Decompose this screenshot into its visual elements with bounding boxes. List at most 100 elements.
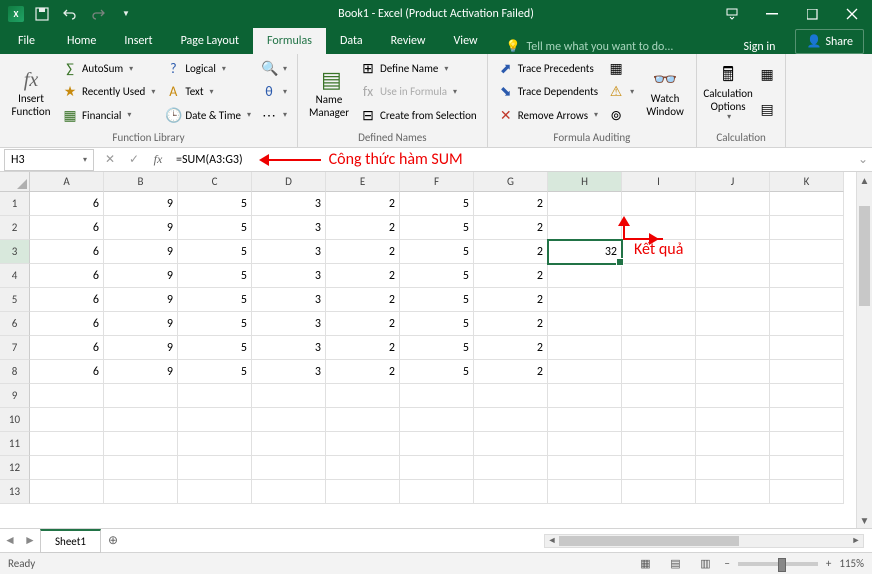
cell[interactable]: 6 [30, 336, 104, 360]
cell[interactable] [770, 192, 844, 216]
cell[interactable]: 2 [474, 216, 548, 240]
cell[interactable] [252, 456, 326, 480]
tab-data[interactable]: Data [326, 28, 377, 54]
cell[interactable] [252, 384, 326, 408]
row-header[interactable]: 1 [0, 192, 30, 216]
calculation-options-button[interactable]: 🖩 CalculationOptions▾ [703, 57, 753, 129]
cell[interactable] [622, 480, 696, 504]
cell[interactable] [770, 288, 844, 312]
column-header[interactable]: F [400, 172, 474, 192]
cell[interactable] [400, 408, 474, 432]
maximize-icon[interactable] [792, 0, 832, 28]
cell[interactable]: 3 [252, 336, 326, 360]
cell[interactable]: 3 [252, 288, 326, 312]
date-time-button[interactable]: 🕒Date & Time▾ [161, 106, 255, 125]
cell[interactable] [252, 480, 326, 504]
scroll-left-icon[interactable]: ◄ [545, 535, 559, 547]
cell[interactable] [696, 312, 770, 336]
cell[interactable] [104, 480, 178, 504]
cell[interactable] [622, 312, 696, 336]
name-box[interactable]: H3▾ [4, 149, 94, 171]
cell[interactable] [622, 456, 696, 480]
cell[interactable] [104, 432, 178, 456]
zoom-level[interactable]: 115% [839, 557, 864, 570]
cell[interactable] [770, 216, 844, 240]
cell[interactable] [770, 408, 844, 432]
cell[interactable] [400, 456, 474, 480]
cell[interactable]: 6 [30, 312, 104, 336]
zoom-in-icon[interactable]: + [826, 557, 831, 570]
remove-arrows-button[interactable]: ✕Remove Arrows▾ [494, 106, 602, 125]
cell[interactable]: 5 [400, 192, 474, 216]
cell[interactable]: 5 [178, 288, 252, 312]
cell[interactable] [770, 336, 844, 360]
row-header[interactable]: 5 [0, 288, 30, 312]
row-header[interactable]: 12 [0, 456, 30, 480]
normal-view-icon[interactable]: ▦ [634, 555, 656, 573]
cell[interactable]: 2 [326, 360, 400, 384]
save-icon[interactable] [32, 4, 52, 24]
select-all-button[interactable] [0, 172, 30, 192]
cell[interactable]: 5 [178, 336, 252, 360]
cell[interactable] [696, 480, 770, 504]
cell[interactable] [548, 336, 622, 360]
sheet-tab[interactable]: Sheet1 [40, 529, 101, 553]
cell[interactable]: 6 [30, 360, 104, 384]
close-icon[interactable] [832, 0, 872, 28]
cell[interactable] [30, 456, 104, 480]
row-header[interactable]: 8 [0, 360, 30, 384]
cell[interactable] [770, 432, 844, 456]
column-header[interactable]: E [326, 172, 400, 192]
cell[interactable]: 9 [104, 288, 178, 312]
redo-icon[interactable] [88, 4, 108, 24]
cell[interactable] [696, 240, 770, 264]
cell[interactable] [622, 288, 696, 312]
cell[interactable]: 3 [252, 264, 326, 288]
trace-dependents-button[interactable]: ⬊Trace Dependents [494, 82, 602, 101]
cell[interactable] [548, 312, 622, 336]
evaluate-formula-button[interactable]: ⊚ [604, 106, 638, 125]
cell[interactable] [548, 264, 622, 288]
cell[interactable] [770, 312, 844, 336]
cell[interactable]: 2 [326, 288, 400, 312]
scroll-thumb[interactable] [559, 536, 739, 546]
page-break-view-icon[interactable]: ▥ [694, 555, 716, 573]
cell[interactable] [30, 480, 104, 504]
cell[interactable] [622, 384, 696, 408]
cell[interactable]: 2 [326, 192, 400, 216]
cell[interactable] [178, 384, 252, 408]
row-header[interactable]: 11 [0, 432, 30, 456]
cell[interactable] [696, 216, 770, 240]
cell[interactable]: 5 [400, 216, 474, 240]
cell[interactable] [326, 432, 400, 456]
undo-icon[interactable] [60, 4, 80, 24]
cell[interactable] [326, 480, 400, 504]
cell[interactable]: 9 [104, 216, 178, 240]
formula-input[interactable]: =SUM(A3:G3) Công thức hàm SUM [170, 148, 854, 171]
cell[interactable] [696, 288, 770, 312]
column-header[interactable]: G [474, 172, 548, 192]
text-button[interactable]: AText▾ [161, 82, 255, 101]
cell[interactable]: 2 [474, 192, 548, 216]
cell[interactable]: 3 [252, 360, 326, 384]
sign-in-link[interactable]: Sign in [731, 40, 787, 54]
calc-sheet-button[interactable]: ▤ [755, 100, 779, 119]
cell[interactable]: 2 [326, 240, 400, 264]
cell[interactable]: 9 [104, 336, 178, 360]
cell[interactable] [400, 384, 474, 408]
cell[interactable] [104, 384, 178, 408]
math-button[interactable]: θ▾ [257, 82, 291, 101]
zoom-out-icon[interactable]: − [724, 557, 729, 570]
cell[interactable]: 2 [474, 240, 548, 264]
ribbon-options-icon[interactable] [712, 0, 752, 28]
cell[interactable] [770, 456, 844, 480]
tab-page-layout[interactable]: Page Layout [167, 28, 253, 54]
cell[interactable] [548, 216, 622, 240]
cell[interactable]: 6 [30, 216, 104, 240]
cell[interactable] [696, 408, 770, 432]
cell[interactable]: 5 [400, 312, 474, 336]
scroll-right-icon[interactable]: ► [849, 535, 863, 547]
cell[interactable] [770, 240, 844, 264]
cell[interactable] [30, 408, 104, 432]
row-header[interactable]: 7 [0, 336, 30, 360]
